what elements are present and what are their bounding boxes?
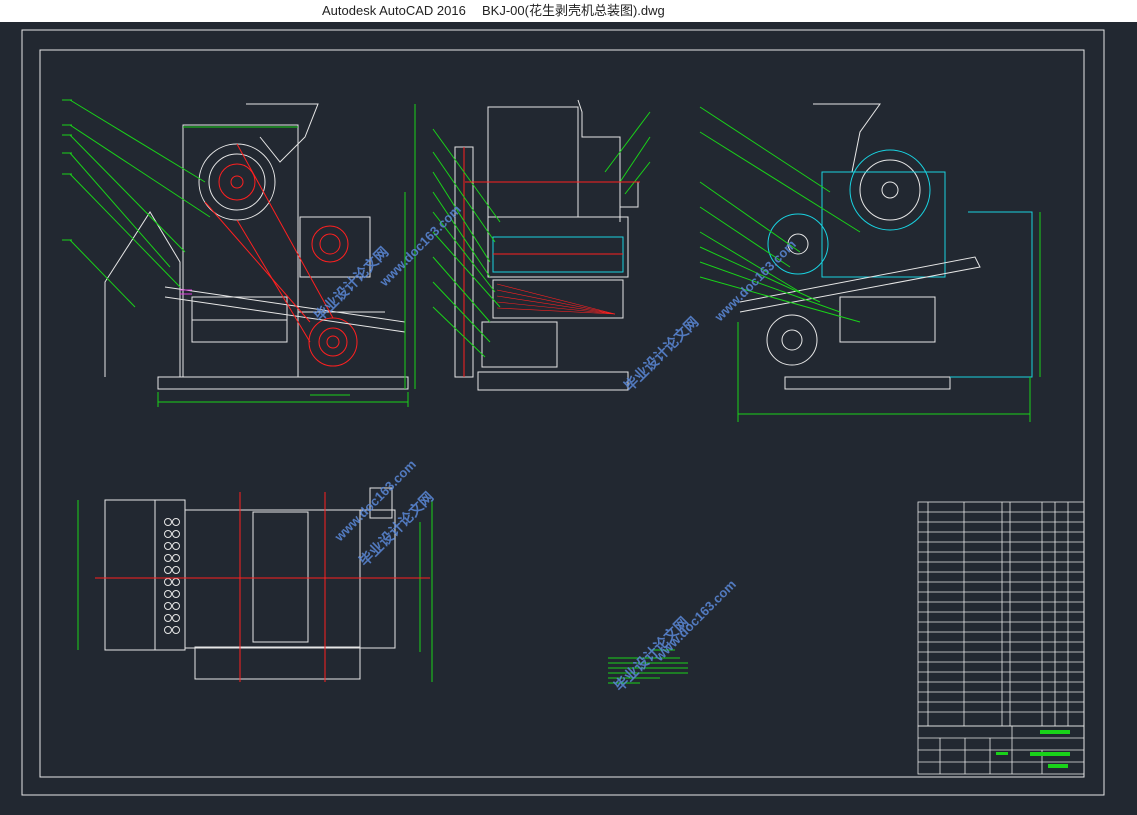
file-title: BKJ-00(花生剥壳机总装图).dwg <box>482 3 665 18</box>
drawing-line <box>308 317 358 367</box>
drawing-line <box>849 149 931 231</box>
drawing-line <box>172 530 180 538</box>
drawing-line <box>172 590 180 598</box>
drawing-line <box>172 554 180 562</box>
drawing-line <box>194 646 361 680</box>
drawing-line <box>481 321 558 368</box>
drawing-line <box>1030 752 1070 756</box>
drawing-line <box>164 554 172 562</box>
drawing-line <box>619 181 639 208</box>
side-view <box>454 99 639 391</box>
right-view-dimensions <box>699 106 1041 422</box>
front-view <box>104 103 409 390</box>
top-view-dimensions <box>77 492 433 682</box>
drawing-line <box>326 335 340 349</box>
watermark-cn-2: 毕业设计论文网 <box>621 314 702 395</box>
drawing-line <box>208 153 266 211</box>
drawing-line <box>917 501 1085 727</box>
side-view-leaders <box>432 111 651 358</box>
drawing-line <box>246 103 319 163</box>
side-view-hatch <box>496 283 616 315</box>
drawing-line <box>164 566 172 574</box>
drawing-line <box>619 136 651 183</box>
drawing-line <box>821 171 946 278</box>
window-titlebar: Autodesk AutoCAD 2016 BKJ-00(花生剥壳机总装图).d… <box>0 0 1137 22</box>
drawing-line <box>766 314 818 366</box>
watermark-url-2: www.doc163.com <box>711 237 799 325</box>
drawing-line <box>496 301 616 315</box>
drawing-line <box>950 211 1033 378</box>
drawing-line <box>172 602 180 610</box>
drawing-line <box>319 233 341 255</box>
top-view-holes <box>164 518 180 634</box>
drawing-line <box>432 128 501 223</box>
drawing-line <box>699 131 861 233</box>
drawing-line <box>104 499 156 651</box>
drawing-line <box>172 566 180 574</box>
drawing-canvas[interactable]: www.doc163.com 毕业设计论文网 www.doc163.com 毕业… <box>0 22 1137 815</box>
drawing-line <box>1040 730 1070 734</box>
drawing-line <box>164 578 172 586</box>
drawing-line <box>172 614 180 622</box>
drawing-line <box>996 752 1008 755</box>
watermark-url-3: www.doc163.com <box>331 457 419 545</box>
drawing-line <box>164 626 172 634</box>
drawing-line <box>104 211 181 377</box>
drawing-line <box>496 289 616 315</box>
drawing-line <box>477 371 629 391</box>
drawing-line <box>1048 764 1068 768</box>
outer-frame <box>21 29 1105 796</box>
drawing-line <box>859 159 921 221</box>
drawing-line <box>172 626 180 634</box>
watermarks: www.doc163.com 毕业设计论文网 www.doc163.com 毕业… <box>311 202 799 694</box>
drawing-line <box>164 614 172 622</box>
drawing-line <box>881 181 899 199</box>
drawing-line <box>172 578 180 586</box>
drawing-line <box>164 590 172 598</box>
drawing-line <box>839 296 936 343</box>
watermark-cn-4: 毕业设计论文网 <box>611 614 692 695</box>
drawing-line <box>182 124 299 378</box>
drawing-line <box>69 124 211 218</box>
drawing-line <box>69 134 186 253</box>
drawing-line <box>784 376 951 390</box>
drawing-line <box>172 518 180 526</box>
drawing-line <box>164 518 172 526</box>
drawing-line <box>311 225 349 263</box>
drawing-line <box>69 152 171 268</box>
drawing-line <box>204 201 311 323</box>
drawing-line <box>487 106 579 218</box>
drawing-line <box>230 175 244 189</box>
drawing-line <box>157 376 409 390</box>
drawing-line <box>164 602 172 610</box>
drawing-line <box>432 306 486 358</box>
parts-list <box>917 501 1085 727</box>
drawing-line <box>218 163 256 201</box>
drawing-line <box>164 530 172 538</box>
drawing-line <box>699 106 831 193</box>
drawing-line <box>813 103 881 173</box>
drawing-line <box>172 542 180 550</box>
drawing-line <box>236 143 334 319</box>
drawing-line <box>604 111 651 173</box>
drawing-line <box>487 216 629 278</box>
app-title: Autodesk AutoCAD 2016 <box>322 3 466 18</box>
drawing-line <box>164 542 172 550</box>
drawing-line <box>252 511 309 643</box>
drawing-svg[interactable]: www.doc163.com 毕业设计论文网 www.doc163.com 毕业… <box>0 22 1137 815</box>
drawing-line <box>318 327 348 357</box>
drawing-line <box>781 329 803 351</box>
